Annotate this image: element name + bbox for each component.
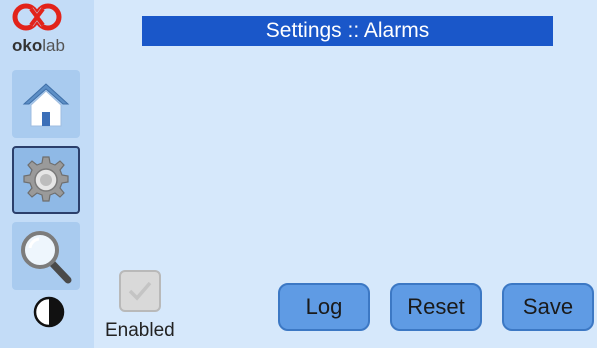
logo-text: okolab (12, 36, 65, 55)
sidebar: okolab (0, 0, 94, 348)
log-button[interactable]: Log (278, 283, 370, 331)
contrast-icon (33, 296, 65, 328)
save-button[interactable]: Save (502, 283, 594, 331)
nav-search-button[interactable] (12, 222, 80, 290)
enabled-label: Enabled (105, 320, 175, 341)
reset-button[interactable]: Reset (390, 283, 482, 331)
nav-home-button[interactable] (12, 70, 80, 138)
page-title: Settings :: Alarms (142, 16, 553, 46)
okolab-logo: okolab (12, 2, 65, 62)
contrast-toggle[interactable] (33, 296, 65, 328)
enabled-checkbox[interactable] (119, 270, 161, 312)
checkmark-icon (128, 281, 152, 301)
enabled-control: Enabled (100, 270, 190, 348)
home-icon (22, 83, 70, 127)
magnifier-icon (21, 231, 72, 284)
nav-settings-button[interactable] (12, 146, 80, 214)
gear-icon (23, 156, 69, 202)
